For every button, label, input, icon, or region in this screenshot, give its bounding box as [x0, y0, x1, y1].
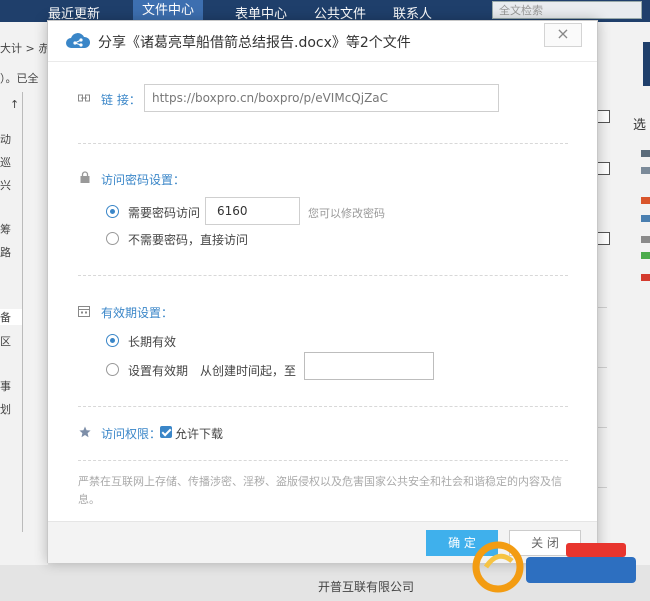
- bg-text-fragment: 兴: [0, 179, 11, 192]
- sort-up-icon: ↑: [10, 98, 20, 111]
- copy-icon: [641, 167, 650, 174]
- link-label: 链 接：: [101, 93, 141, 107]
- divider: [78, 143, 568, 144]
- bg-divider: [22, 92, 23, 532]
- password-input[interactable]: 6160: [205, 197, 300, 225]
- bg-checkbox: [597, 232, 610, 245]
- bg-text-fragment: ）。已全: [0, 72, 39, 85]
- link-icon: [78, 94, 90, 102]
- long-term-label: 长期有效: [128, 335, 177, 349]
- bg-text-fragment: 巡: [0, 156, 11, 169]
- background-right-panel: 选: [597, 22, 650, 582]
- no-password-label: 不需要密码，直接访问: [128, 233, 249, 247]
- bg-text-fragment: 路: [0, 246, 11, 259]
- from-creation-label: 从创建时间起，至: [200, 364, 297, 378]
- cloud-share-icon: [66, 33, 91, 48]
- expiry-date-input[interactable]: [304, 352, 434, 380]
- star-icon: [79, 426, 91, 438]
- forbid-icon: [641, 274, 650, 281]
- password-hint: 您可以修改密码: [308, 207, 385, 220]
- set-validity-label: 设置有效期: [128, 364, 189, 378]
- legal-notice: 严禁在互联网上存储、传播涉密、淫秽、盗版侵权以及危害国家公共安全和社会和谐稳定的…: [78, 475, 562, 506]
- background-left-panel: 大计 > 赤 ）。已全 ↑ 动 巡 兴 筹 路 备 区 事 划: [0, 22, 50, 582]
- bg-text-fragment: 筹: [0, 223, 11, 236]
- divider: [78, 275, 568, 276]
- validity-section-label: 有效期设置：: [101, 306, 174, 320]
- divider: [78, 406, 568, 407]
- bg-breadcrumb-fragment: 大计 > 赤: [0, 42, 50, 55]
- monitor-icon: [641, 150, 650, 157]
- delete-icon: [641, 197, 650, 204]
- bg-row-line: [597, 367, 607, 368]
- no-password-radio[interactable]: [106, 232, 119, 245]
- bg-row-line: [597, 307, 607, 308]
- divider: [78, 460, 568, 461]
- top-nav: 最近更新 文件中心 表单中心 公共文件 联系人 全文检索: [0, 0, 650, 22]
- permission-section-label: 访问权限：: [101, 427, 162, 441]
- share-link-field[interactable]: https://boxpro.cn/boxpro/p/eVIMcQjZaC: [144, 84, 499, 112]
- share-dialog: 分享《诸葛亮草船借箭总结报告.docx》等2个文件 × 链 接： https:/…: [47, 20, 598, 563]
- bg-row-line: [597, 487, 607, 488]
- bg-side-button: [643, 42, 650, 86]
- bg-text-fragment: 动: [0, 133, 11, 146]
- long-term-radio[interactable]: [106, 334, 119, 347]
- calendar-icon: [78, 306, 90, 317]
- dialog-header: 分享《诸葛亮草船借箭总结报告.docx》等2个文件 ×: [48, 21, 597, 62]
- nav-item-files[interactable]: 文件中心: [133, 0, 204, 22]
- bg-text-fragment: 事: [0, 380, 11, 393]
- dialog-title: 分享《诸葛亮草船借箭总结报告.docx》等2个文件: [98, 35, 411, 51]
- allow-download-checkbox[interactable]: [160, 426, 172, 438]
- bg-row-line: [597, 427, 607, 428]
- need-password-radio[interactable]: [106, 205, 119, 218]
- lock-icon: [80, 171, 90, 183]
- download-icon: [641, 252, 650, 259]
- bg-text-fragment: 区: [0, 335, 11, 348]
- fulltext-search-input[interactable]: 全文检索: [492, 1, 642, 19]
- allow-download-label: 允许下载: [175, 427, 224, 441]
- company-name: 开普互联有限公司: [318, 580, 415, 594]
- bg-select-text: 选: [633, 118, 647, 133]
- close-icon: ×: [556, 24, 570, 43]
- bg-checkbox: [597, 162, 610, 175]
- close-button[interactable]: ×: [544, 23, 582, 47]
- watermark-logo-icon: [472, 541, 636, 593]
- set-validity-radio[interactable]: [106, 363, 119, 376]
- bg-checkbox: [597, 110, 610, 123]
- edit-icon: [641, 215, 650, 222]
- folder-icon: [641, 236, 650, 243]
- need-password-label: 需要密码访问: [128, 206, 201, 220]
- bg-text-fragment: 划: [0, 403, 11, 416]
- password-section-label: 访问密码设置：: [101, 173, 186, 187]
- bg-selected-fragment: 备: [0, 309, 23, 325]
